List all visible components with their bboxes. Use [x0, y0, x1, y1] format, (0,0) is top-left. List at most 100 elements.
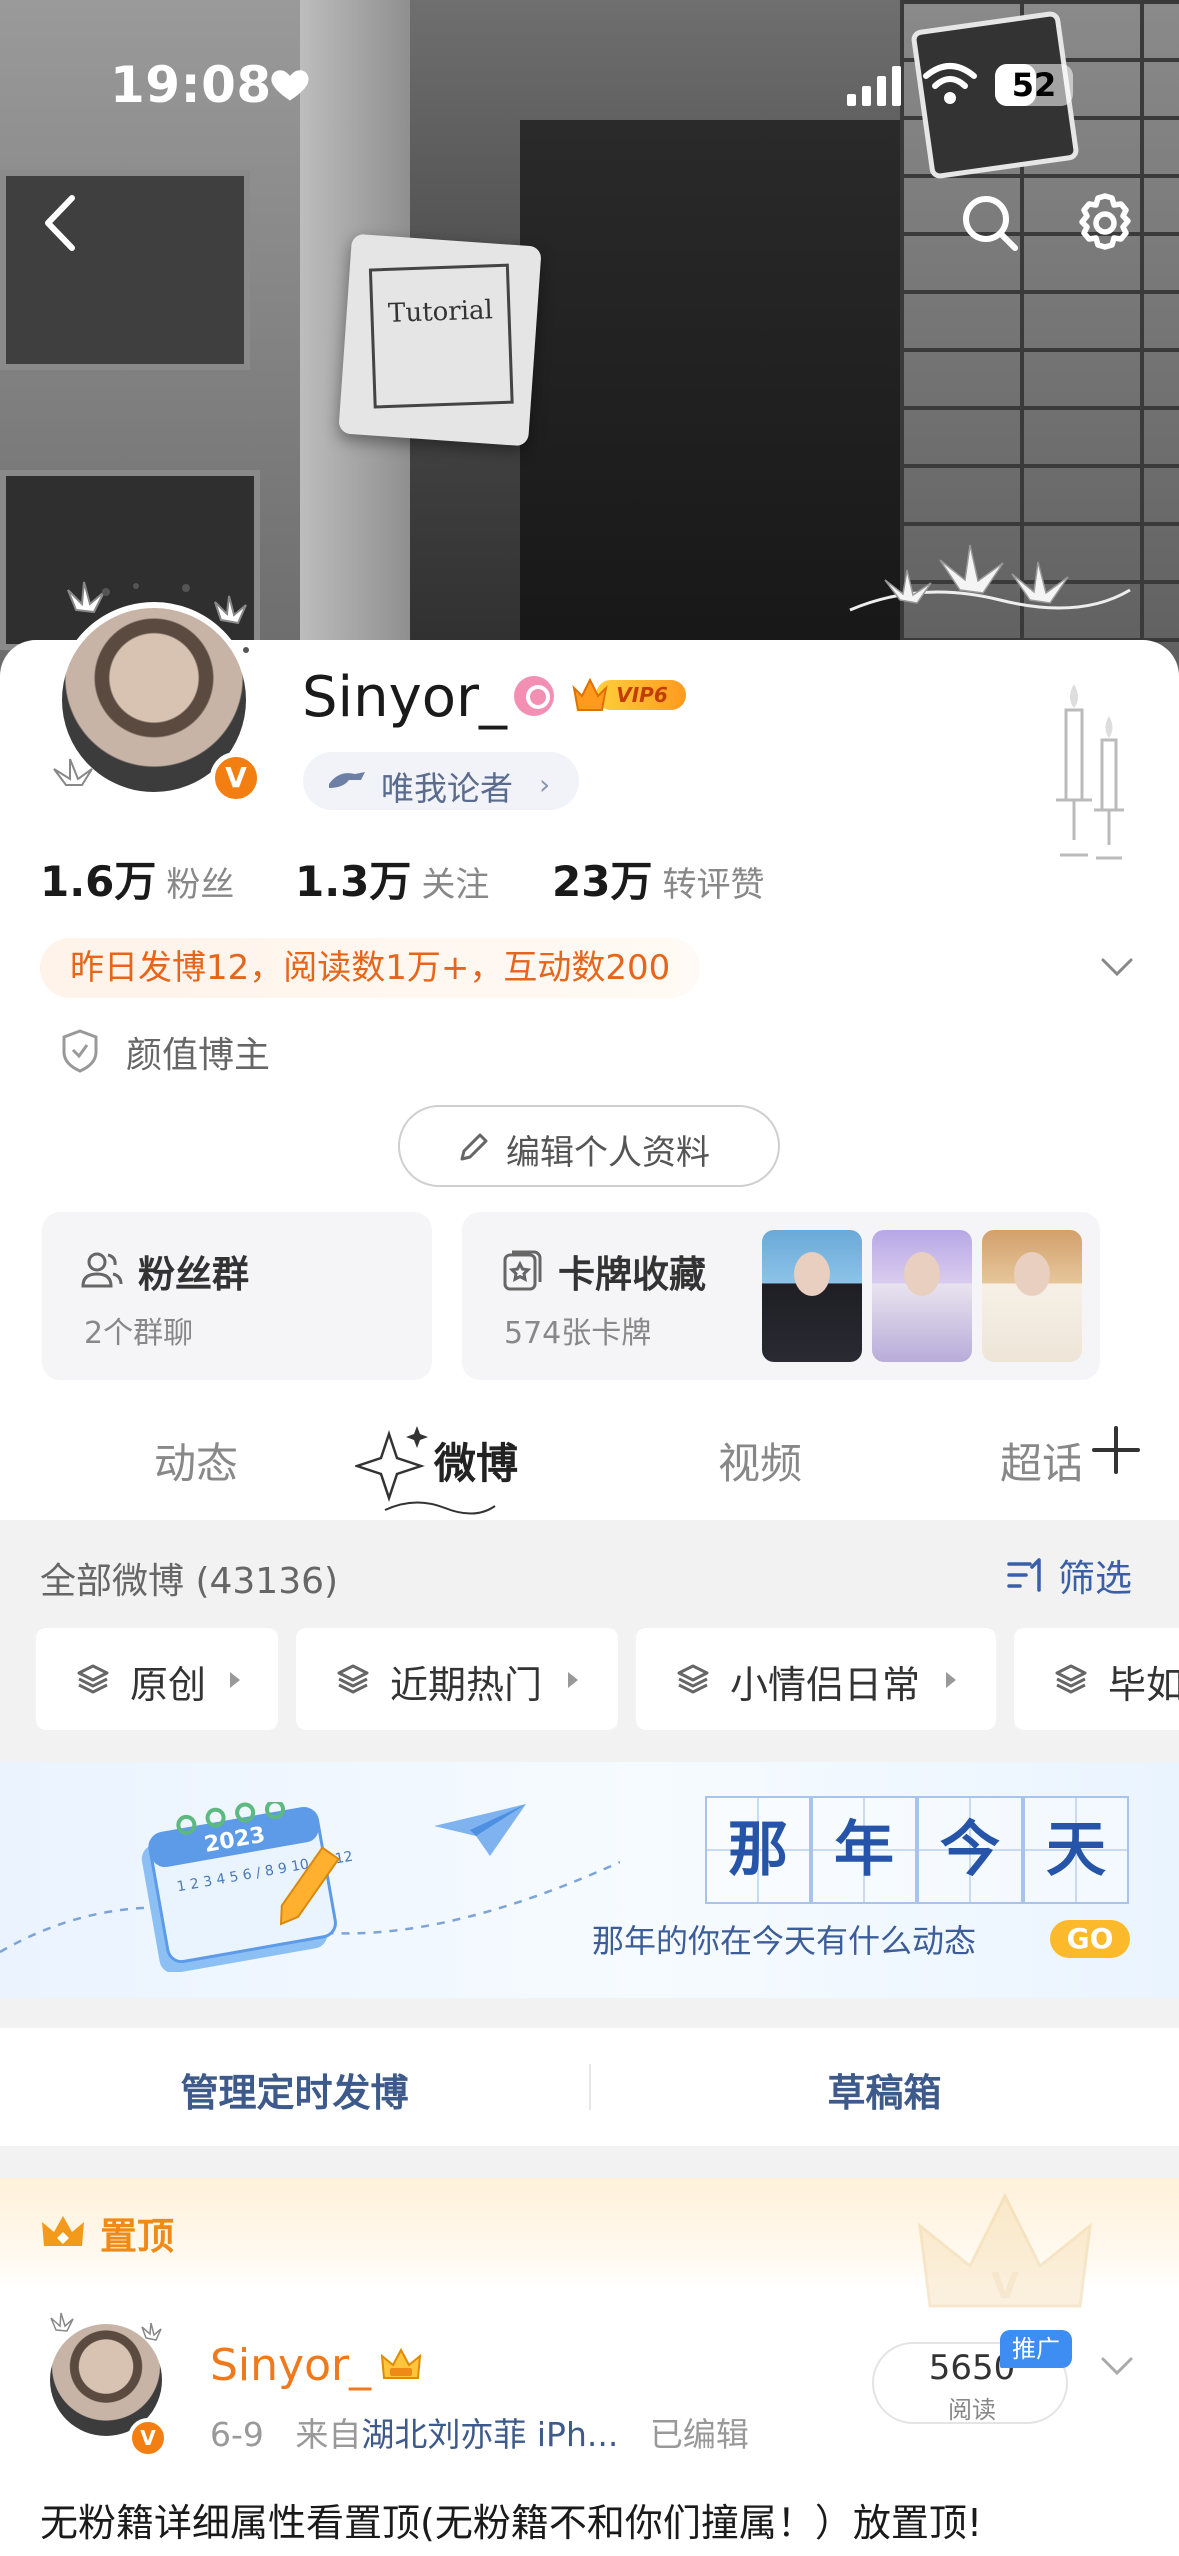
cover-sign: Tutorial — [338, 233, 542, 447]
battery-level: 52 — [1011, 66, 1057, 104]
chip-couple-daily[interactable]: 小情侣日常 — [636, 1628, 996, 1730]
vip-badge-label: VIP6 — [616, 683, 668, 707]
card-collection-title: 卡牌收藏 — [558, 1253, 706, 1296]
card-star-icon — [503, 1250, 542, 1291]
stat-followers-num: 1.6万 — [40, 857, 157, 906]
banner-go-button[interactable]: GO — [1050, 1920, 1130, 1958]
layers-icon — [1055, 1664, 1087, 1694]
search-icon[interactable] — [955, 188, 1025, 258]
verified-badge: V — [210, 752, 262, 804]
post-source[interactable]: 湖北刘亦菲 iPh... — [361, 2415, 618, 2454]
tagline-label: 颜值博主 — [126, 1035, 271, 1076]
stat-following-label: 关注 — [421, 865, 490, 905]
stat-followers[interactable]: 1.6万 粉丝 — [40, 848, 234, 909]
layers-icon — [677, 1664, 709, 1694]
cellular-signal-icon — [847, 66, 901, 106]
stat-interactions[interactable]: 23万 转评赞 — [552, 848, 764, 909]
post-source-prefix: 来自 — [295, 2415, 362, 2454]
layers-icon — [77, 1664, 109, 1694]
caret-right-icon — [230, 1672, 240, 1688]
card-photo-2 — [872, 1230, 972, 1362]
sort-filter-icon — [1007, 1558, 1041, 1592]
on-this-day-banner[interactable]: 2023 1 2 3 4 5 6 / 8 9 10 11 12 / 15 16 … — [0, 1762, 1179, 1998]
sparkle-star-icon — [355, 1426, 496, 1515]
manage-bar: 管理定时发博 草稿箱 — [0, 2028, 1179, 2146]
chevron-down-icon[interactable] — [1100, 955, 1134, 979]
crown-watermark-icon: V — [918, 2192, 1092, 2308]
vip-crown-icon — [380, 2347, 422, 2379]
chip-more[interactable]: 毕如 — [1014, 1628, 1179, 1730]
stat-interactions-label: 转评赞 — [662, 865, 765, 905]
search-badge-icon[interactable] — [514, 676, 554, 716]
tab-activity[interactable]: 动态 — [154, 1430, 238, 1491]
battery-indicator: 52 — [995, 64, 1073, 106]
read-count-label: 阅读 — [948, 2396, 996, 2424]
banner-title-char: 天 — [1023, 1796, 1129, 1904]
layers-icon — [337, 1664, 369, 1694]
paper-plane-icon — [434, 1804, 526, 1856]
status-bar: 19:08 52 — [0, 0, 1179, 170]
all-weibo-count: 全部微博 (43136) — [40, 1561, 339, 1602]
post-author-name[interactable]: Sinyor_ — [210, 2340, 371, 2391]
cover-sign-text: Tutorial — [368, 263, 514, 409]
stat-followers-label: 粉丝 — [166, 865, 235, 905]
pencil-icon — [460, 1133, 488, 1161]
banner-title-char: 年 — [811, 1796, 917, 1904]
chevron-right-icon: › — [539, 768, 551, 801]
stat-interactions-num: 23万 — [552, 857, 653, 906]
fans-group-sub: 2个群聊 — [84, 1316, 194, 1351]
hand-badge-icon — [329, 772, 365, 788]
back-icon[interactable] — [28, 188, 98, 258]
profile-stats: 1.6万 粉丝 1.3万 关注 23万 转评赞 — [40, 848, 1040, 908]
card-photo-1 — [762, 1230, 862, 1362]
edit-profile-label: 编辑个人资料 — [506, 1133, 710, 1173]
edit-profile-button[interactable]: 编辑个人资料 — [398, 1105, 780, 1187]
post-meta: 6-9 来自湖北刘亦菲 iPh... 已编辑 — [210, 2408, 749, 2456]
profile-tabs: 动态 微博 视频 超话 — [0, 1410, 1179, 1520]
svg-text:V: V — [991, 2266, 1019, 2307]
chip-more-label: 毕如 — [1108, 1663, 1179, 1707]
post-edited: 已编辑 — [649, 2415, 749, 2454]
crown-icon — [42, 2216, 84, 2246]
promote-badge[interactable]: 推广 — [1000, 2330, 1072, 2368]
daily-activity-notice[interactable]: 昨日发博12，阅读数1万+，互动数200 — [40, 938, 701, 998]
post-text: 无粉籍详细属性看置顶(无粉籍不和你们撞属！）放置顶! — [40, 2501, 983, 2545]
banner-title-char: 今 — [917, 1796, 1023, 1904]
tab-super-topic[interactable]: 超话 — [1000, 1430, 1080, 1491]
chip-original[interactable]: 原创 — [36, 1628, 278, 1730]
caret-right-icon — [568, 1672, 578, 1688]
pinned-label: 置顶 — [100, 2215, 174, 2258]
drafts-button[interactable]: 草稿箱 — [590, 2062, 1179, 2117]
group-icon — [81, 1252, 123, 1288]
banner-title: 那 年 今 天 — [705, 1796, 1129, 1904]
chip-recent-hot[interactable]: 近期热门 — [296, 1628, 618, 1730]
gear-icon[interactable] — [1070, 188, 1140, 258]
banner-subtitle: 那年的你在今天有什么动态 — [592, 1922, 977, 1960]
stat-following[interactable]: 1.3万 关注 — [295, 848, 489, 909]
fans-group-title: 粉丝群 — [138, 1253, 249, 1296]
status-time: 19:08 — [110, 56, 272, 114]
caret-right-icon — [946, 1672, 956, 1688]
profile-username: Sinyor_ — [302, 665, 508, 730]
fans-group-tile[interactable]: 粉丝群 2个群聊 — [42, 1212, 432, 1380]
chip-couple-daily-label: 小情侣日常 — [730, 1663, 921, 1707]
chevron-down-icon[interactable] — [1100, 2354, 1134, 2378]
card-photo-3 — [982, 1230, 1082, 1362]
stat-following-num: 1.3万 — [295, 857, 412, 906]
plus-icon[interactable] — [1090, 1424, 1142, 1476]
filter-label: 筛选 — [1058, 1557, 1132, 1600]
post-verified-badge: V — [128, 2418, 168, 2458]
chip-original-label: 原创 — [130, 1663, 207, 1707]
shield-icon — [62, 1029, 98, 1073]
post-date: 6-9 — [210, 2415, 264, 2454]
vip-badge[interactable]: VIP6 — [570, 674, 688, 716]
wifi-icon — [923, 63, 977, 104]
card-collection-sub: 574张卡牌 — [504, 1316, 652, 1351]
card-collection-tile[interactable]: 卡牌收藏 574张卡牌 — [462, 1212, 1100, 1380]
heart-icon — [271, 70, 309, 101]
title-badge-label: 唯我论者 — [381, 769, 513, 808]
manage-scheduled-button[interactable]: 管理定时发博 — [0, 2062, 589, 2117]
title-badge[interactable]: 唯我论者 › — [303, 752, 579, 810]
chip-recent-hot-label: 近期热门 — [390, 1663, 543, 1707]
tab-video[interactable]: 视频 — [718, 1430, 802, 1491]
